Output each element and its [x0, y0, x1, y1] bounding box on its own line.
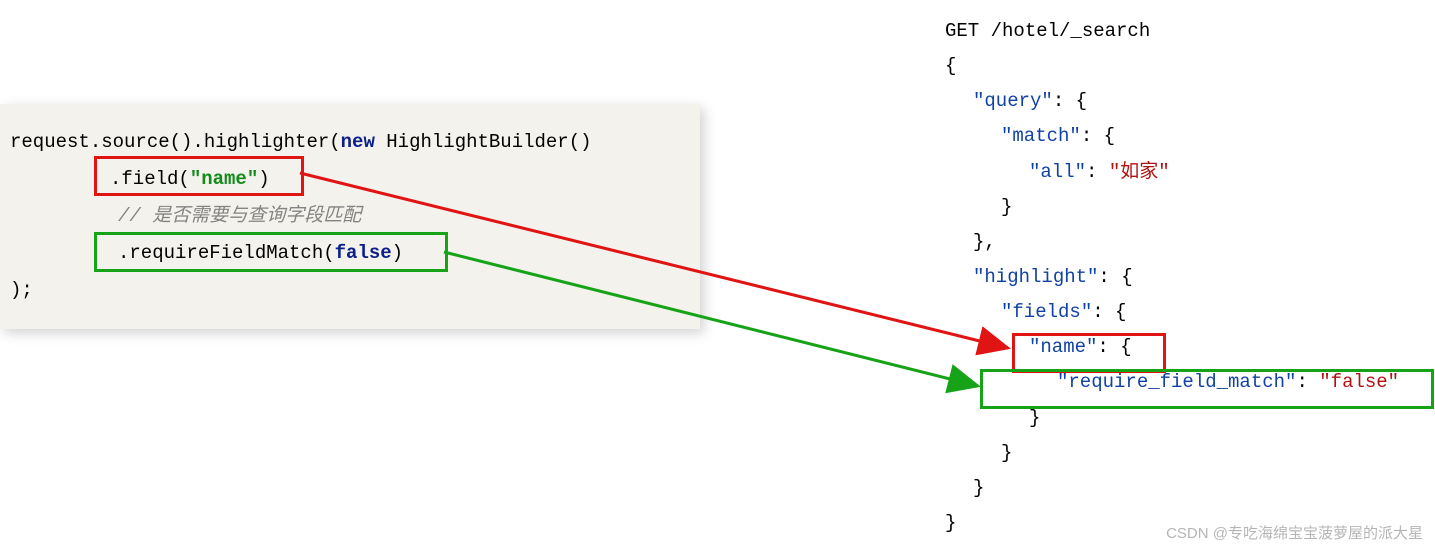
java-field-arg: "name" [190, 168, 258, 190]
json-rfm-val: "false" [1319, 371, 1399, 393]
json-rfm-key: "require_field_match" [1057, 371, 1296, 393]
java-line1-post: HighlightBuilder() [375, 131, 592, 153]
java-rfm-close: ) [392, 242, 403, 264]
json-highlight-key: "highlight" [973, 266, 1098, 288]
java-field-close: ) [258, 168, 269, 190]
json-line-7: }, [945, 225, 1425, 260]
json-line-6: } [945, 190, 1425, 225]
json-line-12: } [945, 401, 1425, 436]
json-line-11: "require_field_match": "false" [945, 365, 1425, 400]
java-line1-pre: request.source().highlighter( [10, 131, 341, 153]
json-line-13: } [945, 436, 1425, 471]
json-line-3: "query": { [945, 84, 1425, 119]
java-rfm-method: .requireFieldMatch( [118, 242, 335, 264]
json-line-10: "name": { [945, 330, 1425, 365]
json-line-9: "fields": { [945, 295, 1425, 330]
json-line-14: } [945, 471, 1425, 506]
java-line-4: .requireFieldMatch(false) [10, 235, 690, 272]
json-all-key: "all" [1029, 161, 1086, 183]
json-query-key: "query" [973, 90, 1053, 112]
java-line-5: ); [10, 272, 690, 309]
json-line-5: "all": "如家" [945, 155, 1425, 190]
java-line-1: request.source().highlighter(new Highlig… [10, 124, 690, 161]
watermark: CSDN @专吃海绵宝宝菠萝屋的派大星 [1166, 522, 1423, 543]
json-fields-key: "fields" [1001, 301, 1092, 323]
java-line-3: // 是否需要与查询字段匹配 [10, 198, 690, 235]
json-line-2: { [945, 49, 1425, 84]
json-name-key: "name" [1029, 336, 1097, 358]
json-all-val: "如家" [1109, 161, 1170, 183]
json-code-block: GET /hotel/_search { "query": { "match":… [945, 14, 1425, 541]
json-match-key: "match" [1001, 125, 1081, 147]
java-line-2: .field("name") [10, 161, 690, 198]
json-line-4: "match": { [945, 119, 1425, 154]
java-comment: // 是否需要与查询字段匹配 [10, 198, 361, 235]
json-line-1: GET /hotel/_search [945, 14, 1425, 49]
java-code-block: request.source().highlighter(new Highlig… [0, 104, 700, 329]
java-rfm-arg: false [335, 242, 392, 264]
keyword-new: new [341, 131, 375, 153]
json-line-8: "highlight": { [945, 260, 1425, 295]
java-field-method: .field( [110, 168, 190, 190]
